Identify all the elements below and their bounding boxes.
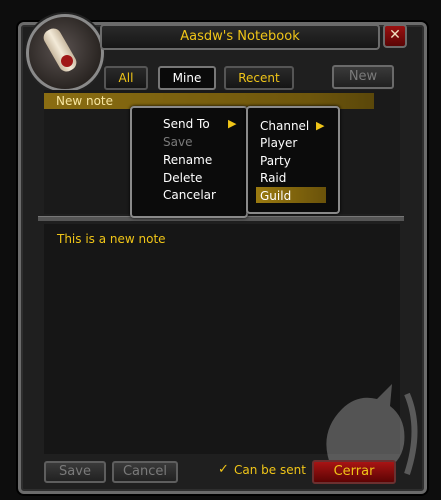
- menu-item-rename[interactable]: Rename: [163, 152, 212, 168]
- tab-all[interactable]: All: [104, 66, 148, 90]
- tab-recent[interactable]: Recent: [224, 66, 294, 90]
- menu-item-save: Save: [163, 135, 193, 149]
- submenu-item-party[interactable]: Party: [260, 153, 291, 169]
- submenu-item-channel[interactable]: Channel: [260, 118, 309, 134]
- note-content[interactable]: This is a new note: [57, 232, 166, 246]
- cancel-button[interactable]: Cancel: [112, 461, 178, 483]
- submenu-item-player[interactable]: Player: [260, 135, 297, 151]
- submenu-arrow-icon: ▶: [316, 119, 325, 132]
- scroll-icon: [26, 14, 104, 92]
- submenu-item-guild[interactable]: Guild: [260, 188, 291, 204]
- scroll-icon-paper: [40, 25, 80, 75]
- close-button[interactable]: Cerrar: [312, 460, 396, 484]
- menu-item-send-to[interactable]: Send To: [163, 116, 210, 132]
- scroll-icon-seal: [61, 55, 73, 67]
- menu-item-delete[interactable]: Delete: [163, 170, 202, 186]
- save-button[interactable]: Save: [44, 461, 106, 483]
- close-icon[interactable]: ✕: [383, 24, 407, 48]
- submenu-item-raid[interactable]: Raid: [260, 170, 286, 186]
- window-title: Aasdw's Notebook: [100, 24, 380, 50]
- tab-mine[interactable]: Mine: [158, 66, 216, 90]
- menu-item-cancel[interactable]: Cancelar: [163, 187, 216, 203]
- checkmark-icon[interactable]: ✓: [218, 462, 229, 477]
- new-note-button[interactable]: New: [332, 65, 394, 89]
- submenu-arrow-icon: ▶: [228, 117, 237, 130]
- can-be-sent-label: Can be sent: [234, 463, 306, 477]
